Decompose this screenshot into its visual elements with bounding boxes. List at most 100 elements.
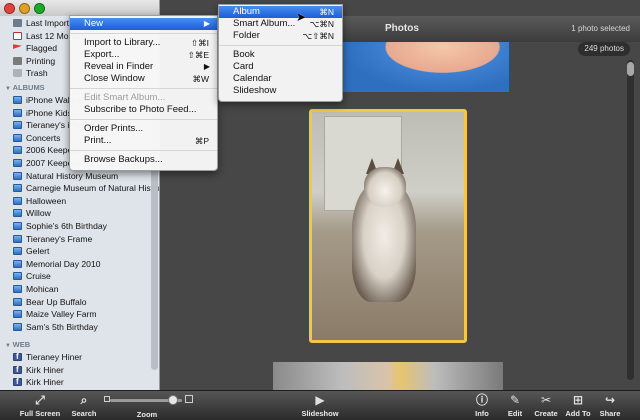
sidebar-album-item[interactable]: Memorial Day 2010	[0, 258, 159, 271]
flag-icon	[13, 44, 22, 49]
photo-thumbnail-child[interactable]	[343, 42, 509, 92]
menu-item-reveal-in-finder[interactable]: Reveal in Finder ▶	[70, 61, 217, 73]
zoom-slider-thumb[interactable]	[168, 395, 178, 405]
menu-item-slideshow[interactable]: Slideshow	[219, 85, 342, 97]
facebook-icon	[13, 364, 22, 376]
add-to-button[interactable]: ⊞ Add To	[563, 393, 593, 418]
sidebar-web-item[interactable]: Kirk Hiner	[0, 376, 159, 389]
sidebar-item-label: iPhone Kids	[26, 107, 72, 118]
menu-item-new[interactable]: New ▶	[70, 18, 217, 30]
sidebar-album-item[interactable]: Mohican	[0, 283, 159, 296]
menu-item-folder[interactable]: Folder ⌥⇧⌘N	[219, 30, 342, 42]
menu-item-label: Album	[233, 6, 260, 17]
sidebar-album-item[interactable]: Natural History Museum	[0, 170, 159, 183]
full-screen-icon: ⤢	[35, 393, 45, 407]
album-icon	[13, 272, 22, 281]
menu-separator	[70, 150, 217, 151]
create-icon: ✂	[540, 393, 552, 407]
full-screen-button[interactable]: ⤢ Full Screen	[18, 393, 62, 418]
menu-item-export[interactable]: Export... ⇧⌘E	[70, 49, 217, 61]
sidebar-item-label: Carnegie Museum of Natural History	[26, 183, 160, 194]
sidebar-album-item[interactable]: Willow	[0, 207, 159, 220]
menu-item-shortcut: ⌥⇧⌘N	[302, 31, 334, 41]
window-titlebar	[0, 0, 159, 16]
menu-item-browse-backups[interactable]: Browse Backups...	[70, 154, 217, 166]
sidebar-web-item[interactable]: Kirk Hiner	[0, 364, 159, 376]
submenu-arrow-icon: ▶	[203, 62, 210, 71]
album-icon	[13, 158, 22, 167]
menu-item-label: Import to Library...	[84, 37, 161, 48]
menu-item-label: Edit Smart Album...	[84, 92, 166, 103]
menu-item-shortcut: ⌘W	[192, 74, 209, 84]
page-title: Photos	[385, 23, 419, 34]
album-icon	[13, 322, 22, 331]
sidebar-album-item[interactable]: Sam's 5th Birthday	[0, 321, 159, 334]
info-icon: ⓘ	[475, 393, 488, 407]
sidebar-album-item[interactable]: Tieraney's Frame	[0, 233, 159, 246]
sidebar-web-item[interactable]: Tieraney Hiner	[0, 351, 159, 364]
menu-item-edit-smart-album: Edit Smart Album...	[70, 92, 217, 104]
sidebar-album-item[interactable]: Halloween	[0, 195, 159, 208]
album-icon	[13, 310, 22, 319]
sidebar-web-section: WEB Tieraney Hiner Kirk Hiner Kirk Hiner	[0, 339, 159, 389]
menu-item-label: Browse Backups...	[84, 154, 163, 165]
slideshow-button[interactable]: ▶ Slideshow	[298, 393, 342, 418]
menu-item-close-window[interactable]: Close Window ⌘W	[70, 73, 217, 85]
sidebar-item-label: Sam's 5th Birthday	[26, 321, 98, 332]
photo-scrollbar[interactable]	[627, 60, 634, 380]
sidebar-album-item[interactable]: Carnegie Museum of Natural History	[0, 182, 160, 195]
album-icon	[13, 184, 22, 193]
menu-item-order-prints[interactable]: Order Prints...	[70, 123, 217, 135]
edit-button[interactable]: ✎ Edit	[503, 393, 527, 418]
sidebar-album-item[interactable]: Bear Up Buffalo	[0, 296, 159, 309]
zoom-window-button[interactable]	[34, 3, 45, 14]
menu-item-book[interactable]: Book	[219, 49, 342, 61]
menu-item-label: Folder	[233, 30, 260, 41]
sidebar-album-item[interactable]: Gelert	[0, 245, 159, 258]
search-button[interactable]: ⌕ Search	[68, 393, 100, 418]
zoom-large-icon	[185, 395, 193, 403]
album-icon	[13, 234, 22, 243]
menu-item-card[interactable]: Card	[219, 61, 342, 73]
info-button[interactable]: ⓘ Info	[470, 393, 494, 418]
menu-item-label: Book	[233, 49, 255, 60]
menu-item-label: Smart Album...	[233, 18, 296, 29]
menu-item-label: Order Prints...	[84, 123, 144, 134]
menu-separator	[70, 88, 217, 89]
sidebar-item-label: Bear Up Buffalo	[26, 296, 87, 307]
menu-item-subscribe-to-photo-feed[interactable]: Subscribe to Photo Feed...	[70, 104, 217, 116]
menu-item-label: Print...	[84, 135, 112, 146]
album-icon	[13, 196, 22, 205]
share-button[interactable]: ↪ Share	[597, 393, 623, 418]
menu-item-shortcut: ⌘P	[194, 136, 209, 146]
mouse-cursor-icon: ➤	[296, 10, 307, 24]
menu-item-print[interactable]: Print... ⌘P	[70, 135, 217, 147]
photo-count-badge: 249 photos	[578, 42, 630, 56]
menu-item-shortcut: ⇧⌘I	[191, 38, 209, 48]
menu-item-smart-album[interactable]: Smart Album... ⌥⌘N	[219, 18, 342, 30]
close-window-button[interactable]	[4, 3, 15, 14]
menu-item-album[interactable]: Album ⌘N	[219, 6, 342, 18]
menu-item-calendar[interactable]: Calendar	[219, 73, 342, 85]
photo-thumbnail-husky-selected[interactable]	[309, 109, 467, 343]
album-icon	[13, 247, 22, 256]
photo-thumbnail-kitchen[interactable]	[273, 362, 503, 390]
photo-dog-head	[364, 167, 406, 207]
web-header: WEB	[0, 339, 159, 351]
photo-scrollbar-thumb[interactable]	[627, 62, 634, 76]
share-icon: ↪	[604, 393, 616, 407]
sidebar-album-item[interactable]: Sophie's 6th Birthday	[0, 220, 159, 233]
menu-item-shortcut: ⌥⌘N	[309, 19, 334, 29]
sidebar-album-item[interactable]: Maize Valley Farm	[0, 308, 159, 321]
create-button[interactable]: ✂ Create	[532, 393, 560, 418]
sidebar-item-label: Natural History Museum	[26, 170, 119, 181]
menu-item-shortcut: ⌘N	[319, 7, 334, 17]
minimize-window-button[interactable]	[19, 3, 30, 14]
sidebar-item-label: Kirk Hiner	[26, 377, 64, 388]
sidebar-album-item[interactable]: Cruise	[0, 270, 159, 283]
menu-item-label: Subscribe to Photo Feed...	[84, 104, 197, 115]
zoom-label: Zoom	[136, 410, 158, 419]
sidebar-item-label: Cruise	[26, 271, 51, 282]
album-icon	[13, 221, 22, 230]
menu-item-import-to-library[interactable]: Import to Library... ⇧⌘I	[70, 37, 217, 49]
